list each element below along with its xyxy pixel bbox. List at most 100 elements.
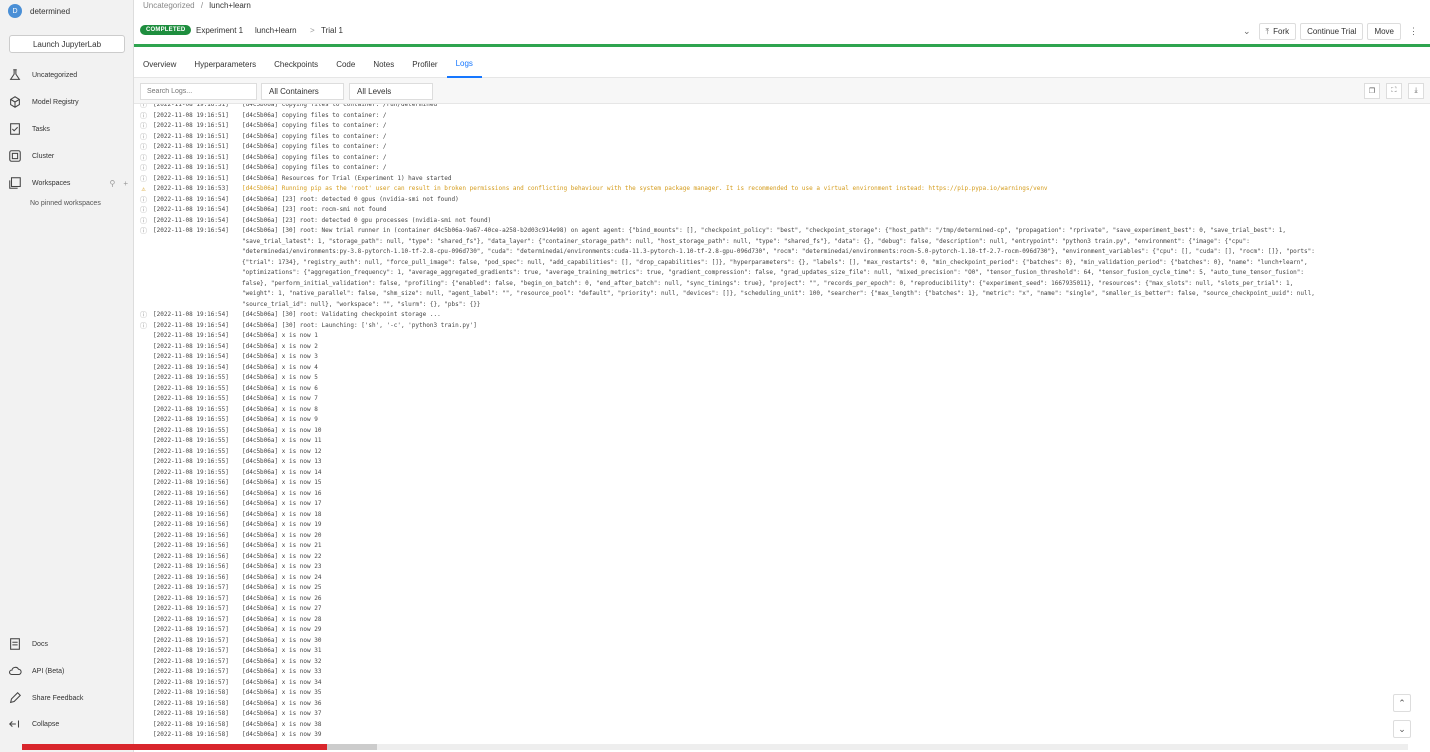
log-timestamp: [2022-11-08 19:16:56]: [153, 573, 229, 581]
workspace-header[interactable]: D determined: [8, 4, 70, 18]
log-timestamp: [2022-11-08 19:16:56]: [153, 500, 229, 507]
log-line: [2022-11-08 19:16:56] [d4c5b06a] x is now…: [134, 520, 1430, 531]
log-line: [2022-11-08 19:16:56] [d4c5b06a] x is now…: [134, 552, 1430, 563]
sidebar-item-collapse[interactable]: Collapse: [8, 717, 132, 731]
no-level-icon: [139, 668, 148, 677]
log-timestamp: [2022-11-08 19:16:58]: [153, 710, 229, 717]
log-message: [d4c5b06a] [23] root: rocm-smi not found: [242, 206, 387, 213]
sidebar-item-api[interactable]: API (Beta): [8, 664, 132, 678]
log-timestamp: [2022-11-08 19:16:56]: [153, 531, 229, 539]
tab-hyperparameters[interactable]: Hyperparameters: [185, 50, 265, 78]
sidebar-item-label: Cluster: [32, 152, 55, 160]
move-button[interactable]: Move: [1367, 23, 1401, 40]
log-message: [d4c5b06a] x is now 30: [242, 636, 322, 644]
no-level-icon: [139, 521, 148, 530]
chevron-down-icon[interactable]: ⌄: [1239, 26, 1255, 37]
log-timestamp: [2022-11-08 19:16:51]: [153, 164, 229, 171]
log-timestamp: [2022-11-08 19:16:56]: [153, 552, 229, 560]
log-line: ⓘ [2022-11-08 19:16:54] [d4c5b06a] [23] ro…: [134, 195, 1430, 206]
log-timestamp: [2022-11-08 19:16:54]: [153, 342, 229, 350]
no-level-icon: [139, 637, 148, 646]
log-message: [d4c5b06a] x is now 26: [242, 594, 322, 602]
breadcrumb-current[interactable]: lunch+learn: [209, 1, 251, 10]
log-message: [d4c5b06a] x is now 25: [242, 584, 322, 591]
project-link[interactable]: lunch+learn: [255, 26, 297, 35]
search-icon[interactable]: ⚲: [109, 179, 115, 188]
log-line: ⓘ [2022-11-08 19:16:54] [d4c5b06a] [30] ro…: [134, 321, 1430, 332]
log-message: [d4c5b06a] x is now 2: [242, 342, 318, 350]
log-line: [2022-11-08 19:16:55] [d4c5b06a] x is now…: [134, 436, 1430, 447]
avatar: D: [8, 4, 22, 18]
log-message: [d4c5b06a] x is now 17: [242, 500, 322, 507]
log-message: [d4c5b06a] x is now 22: [242, 552, 322, 560]
log-timestamp: [2022-11-08 19:16:51]: [153, 122, 229, 129]
log-toolbar: All Containers All Levels ❐ ⛶ ⤓: [134, 78, 1430, 104]
no-pinned-workspaces: No pinned workspaces: [30, 200, 101, 207]
log-timestamp: [2022-11-08 19:16:55]: [153, 447, 229, 455]
add-icon[interactable]: +: [123, 179, 128, 188]
no-level-icon: [139, 647, 148, 656]
download-icon[interactable]: ⤓: [1408, 83, 1424, 99]
log-line: [2022-11-08 19:16:56] [d4c5b06a] x is now…: [134, 541, 1430, 552]
breadcrumb-parent[interactable]: Uncategorized: [143, 1, 195, 10]
log-message: [d4c5b06a] Running pip as the 'root' use…: [242, 185, 1048, 192]
log-line: ⓘ [2022-11-08 19:16:54] [d4c5b06a] [23] ro…: [134, 216, 1430, 227]
log-line: [2022-11-08 19:16:56] [d4c5b06a] x is now…: [134, 489, 1430, 500]
continue-trial-button[interactable]: Continue Trial: [1300, 23, 1364, 40]
log-line: [2022-11-08 19:16:54] [d4c5b06a] x is now…: [134, 363, 1430, 374]
log-timestamp: [2022-11-08 19:16:56]: [153, 489, 229, 497]
tab-notes[interactable]: Notes: [364, 50, 403, 78]
sidebar-item-share-feedback[interactable]: Share Feedback: [8, 691, 132, 705]
log-line: ⓘ [2022-11-08 19:16:54] [d4c5b06a] [30] ro…: [134, 310, 1430, 321]
launch-jupyterlab-button[interactable]: Launch JupyterLab: [9, 35, 125, 53]
log-timestamp: [2022-11-08 19:16:53]: [153, 185, 229, 192]
sidebar-item-workspaces[interactable]: Workspaces ⚲ +: [8, 176, 132, 190]
level-filter-select[interactable]: All Levels: [349, 83, 433, 100]
tab-checkpoints[interactable]: Checkpoints: [265, 50, 327, 78]
sidebar-item-cluster[interactable]: Cluster: [8, 149, 132, 163]
log-message: [d4c5b06a] x is now 16: [242, 489, 322, 497]
scroll-up-button[interactable]: ⌃: [1393, 694, 1411, 712]
experiment-link[interactable]: Experiment 1: [196, 26, 243, 35]
copy-icon[interactable]: ❐: [1364, 83, 1380, 99]
log-line: [2022-11-08 19:16:55] [d4c5b06a] x is now…: [134, 415, 1430, 426]
log-message: [d4c5b06a] x is now 34: [242, 678, 322, 686]
fork-button[interactable]: ⤒ Fork: [1258, 23, 1297, 40]
log-line: [2022-11-08 19:16:57] [d4c5b06a] x is now…: [134, 646, 1430, 657]
log-message: [d4c5b06a] [23] root: detected 0 gpus (n…: [242, 195, 459, 203]
log-message: [d4c5b06a] x is now 5: [242, 374, 318, 381]
log-timestamp: [2022-11-08 19:16:57]: [153, 605, 229, 612]
log-message: [d4c5b06a] x is now 9: [242, 416, 318, 423]
tab-logs[interactable]: Logs: [446, 50, 482, 78]
sidebar-item-tasks[interactable]: Tasks: [8, 122, 132, 136]
log-timestamp: [2022-11-08 19:16:51]: [153, 132, 229, 140]
tab-overview[interactable]: Overview: [134, 50, 185, 78]
search-logs-input[interactable]: [140, 83, 257, 100]
no-level-icon: [139, 343, 148, 352]
no-level-icon: [139, 584, 148, 593]
log-timestamp: [2022-11-08 19:16:55]: [153, 416, 229, 423]
more-options-icon[interactable]: ⋮: [1405, 26, 1422, 37]
video-progress-bar[interactable]: [22, 744, 1408, 750]
info-icon: ⓘ: [140, 174, 147, 183]
no-level-icon: [139, 595, 148, 604]
tab-bar: Overview Hyperparameters Checkpoints Cod…: [134, 50, 1430, 78]
log-timestamp: [2022-11-08 19:16:54]: [153, 195, 229, 203]
tab-code[interactable]: Code: [327, 50, 364, 78]
log-timestamp: [2022-11-08 19:16:57]: [153, 626, 229, 633]
log-timestamp: [2022-11-08 19:16:57]: [153, 615, 229, 623]
sidebar-item-model-registry[interactable]: Model Registry: [8, 95, 132, 109]
log-message: [d4c5b06a] copying files to container: /: [242, 143, 387, 150]
no-level-icon: [139, 532, 148, 541]
fork-icon: ⤒: [1265, 26, 1270, 36]
sidebar-item-uncategorized[interactable]: Uncategorized: [8, 68, 132, 82]
tab-profiler[interactable]: Profiler: [403, 50, 446, 78]
no-level-icon: [139, 700, 148, 709]
log-viewer[interactable]: ⓘ [2022-11-08 19:16:51] [d4c5b06a] copying…: [134, 104, 1430, 744]
scroll-down-button[interactable]: ⌄: [1393, 720, 1411, 738]
fullscreen-icon[interactable]: ⛶: [1386, 83, 1402, 99]
container-filter-select[interactable]: All Containers: [261, 83, 344, 100]
breadcrumb: Uncategorized / lunch+learn: [143, 1, 251, 10]
cluster-icon: [9, 150, 21, 162]
sidebar-item-docs[interactable]: Docs: [8, 637, 132, 651]
